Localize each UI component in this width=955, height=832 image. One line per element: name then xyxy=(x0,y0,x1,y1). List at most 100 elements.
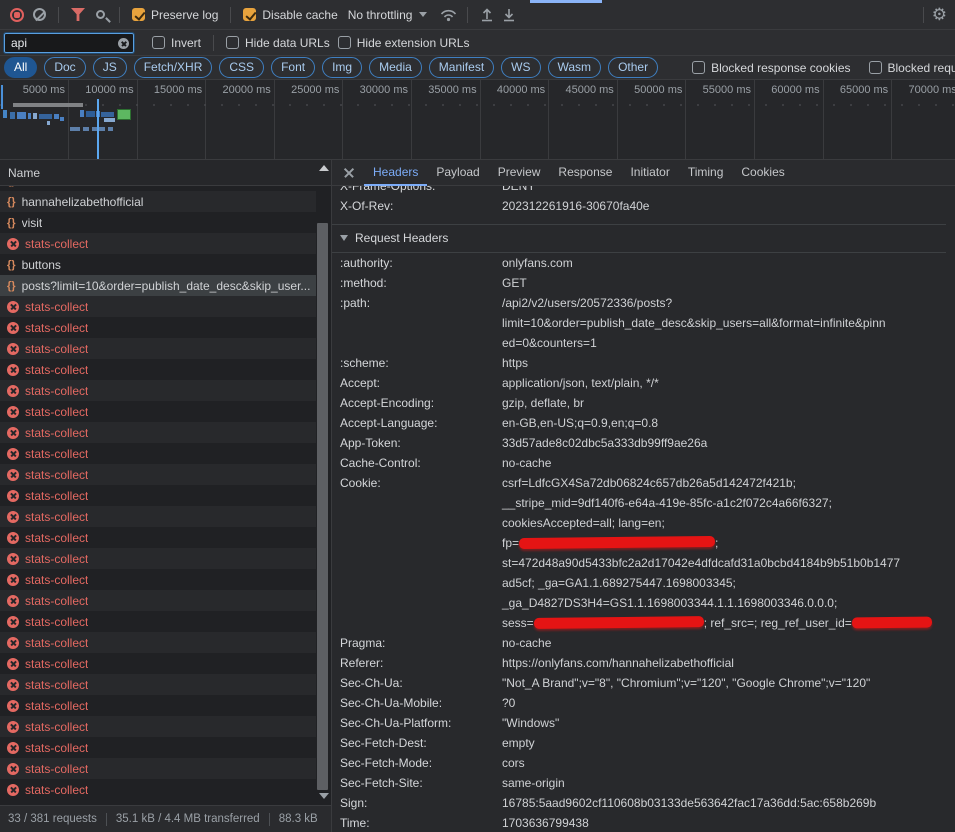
request-row[interactable]: stats-collect xyxy=(0,590,316,611)
blocked-response-cookies-checkbox[interactable]: Blocked response cookies xyxy=(692,61,850,75)
hide-data-urls-checkbox[interactable]: Hide data URLs xyxy=(226,36,330,50)
request-row[interactable]: stats-collect xyxy=(0,359,316,380)
timeline-tick-label: 20000 ms xyxy=(222,84,270,96)
request-rows: {}init{}hannahelizabethofficial{}visitst… xyxy=(0,186,331,805)
request-row[interactable]: stats-collect xyxy=(0,632,316,653)
header-value: en-GB,en-US;q=0.9,en;q=0.8 xyxy=(502,413,946,433)
header-row: Time:1703636799438 xyxy=(332,813,946,832)
request-row[interactable]: stats-collect xyxy=(0,338,316,359)
request-row[interactable]: stats-collect xyxy=(0,548,316,569)
header-row: Accept-Language:en-GB,en-US;q=0.9,en;q=0… xyxy=(332,413,946,433)
export-har-icon[interactable] xyxy=(498,4,520,26)
tab-cookies[interactable]: Cookies xyxy=(732,160,793,186)
tab-headers[interactable]: Headers xyxy=(364,160,427,186)
throttling-value: No throttling xyxy=(348,8,413,22)
header-row: :scheme:https xyxy=(332,353,946,373)
header-row: Sec-Fetch-Dest:empty xyxy=(332,733,946,753)
redaction-scribble xyxy=(534,616,704,629)
scroll-up-arrow-icon[interactable] xyxy=(319,165,329,171)
request-row[interactable]: stats-collect xyxy=(0,716,316,737)
hide-extension-urls-label: Hide extension URLs xyxy=(357,36,470,50)
request-row[interactable]: {}hannahelizabethofficial xyxy=(0,191,316,212)
transferred-size: 35.1 kB / 4.4 MB transferred xyxy=(116,813,260,825)
request-row[interactable]: stats-collect xyxy=(0,506,316,527)
name-column-header[interactable]: Name xyxy=(0,160,331,186)
checkbox-unchecked-icon xyxy=(226,36,239,49)
hide-extension-urls-checkbox[interactable]: Hide extension URLs xyxy=(338,36,470,50)
tab-payload[interactable]: Payload xyxy=(427,160,488,186)
request-row[interactable]: {}visit xyxy=(0,212,316,233)
throttling-select[interactable]: No throttling xyxy=(348,8,428,22)
request-row[interactable]: stats-collect xyxy=(0,233,316,254)
type-filter-media[interactable]: Media xyxy=(369,57,422,78)
filter-icon[interactable] xyxy=(67,4,89,26)
request-list-scrollbar[interactable] xyxy=(317,162,329,803)
request-row[interactable]: stats-collect xyxy=(0,296,316,317)
request-row[interactable]: stats-collect xyxy=(0,527,316,548)
type-filter-img[interactable]: Img xyxy=(322,57,362,78)
type-filter-manifest[interactable]: Manifest xyxy=(429,57,494,78)
devtools-network-panel: Preserve log Disable cache No throttling… xyxy=(0,0,955,832)
request-row[interactable]: stats-collect xyxy=(0,737,316,758)
type-filter-fetch-xhr[interactable]: Fetch/XHR xyxy=(134,57,213,78)
tab-initiator[interactable]: Initiator xyxy=(621,160,678,186)
request-row[interactable]: stats-collect xyxy=(0,485,316,506)
waterfall-bar xyxy=(70,127,80,131)
request-row[interactable]: {}buttons xyxy=(0,254,316,275)
request-name: stats-collect xyxy=(25,300,88,314)
disable-cache-checkbox[interactable]: Disable cache xyxy=(243,8,337,22)
clear-network-log-button[interactable] xyxy=(28,4,50,26)
tab-response[interactable]: Response xyxy=(549,160,621,186)
scroll-down-arrow-icon[interactable] xyxy=(319,793,329,799)
header-name: Referer: xyxy=(340,653,502,673)
timeline-tick-label: 30000 ms xyxy=(360,84,408,96)
filter-input[interactable]: api xyxy=(4,33,134,53)
clear-filter-icon[interactable] xyxy=(118,38,129,49)
blocked-requests-checkbox[interactable]: Blocked requests xyxy=(869,61,955,75)
request-row[interactable]: stats-collect xyxy=(0,611,316,632)
header-row: Cookie:csrf=LdfcGX4Sa72db06824c657db26a5… xyxy=(332,473,946,633)
request-row[interactable]: stats-collect xyxy=(0,422,316,443)
request-row[interactable]: stats-collect xyxy=(0,779,316,800)
request-row[interactable]: stats-collect xyxy=(0,464,316,485)
request-headers-section-header[interactable]: Request Headers xyxy=(332,224,946,253)
type-filter-font[interactable]: Font xyxy=(271,57,315,78)
request-row[interactable]: stats-collect xyxy=(0,401,316,422)
request-row[interactable]: stats-collect xyxy=(0,695,316,716)
invert-checkbox[interactable]: Invert xyxy=(152,36,201,50)
request-row[interactable]: stats-collect xyxy=(0,569,316,590)
error-icon xyxy=(7,637,19,649)
header-row: :authority:onlyfans.com xyxy=(332,253,946,273)
type-filter-all[interactable]: All xyxy=(4,57,37,78)
type-filter-css[interactable]: CSS xyxy=(219,57,264,78)
preserve-log-checkbox[interactable]: Preserve log xyxy=(132,8,218,22)
request-row[interactable]: stats-collect xyxy=(0,443,316,464)
tab-preview[interactable]: Preview xyxy=(489,160,550,186)
close-icon[interactable] xyxy=(338,162,360,184)
error-icon xyxy=(7,469,19,481)
network-overview-timeline[interactable]: 5000 ms10000 ms15000 ms20000 ms25000 ms3… xyxy=(0,80,955,160)
type-filter-doc[interactable]: Doc xyxy=(44,57,85,78)
header-value: https://onlyfans.com/hannahelizabethoffi… xyxy=(502,653,946,673)
tab-timing[interactable]: Timing xyxy=(679,160,733,186)
network-conditions-icon[interactable] xyxy=(437,4,459,26)
scrollbar-thumb[interactable] xyxy=(317,223,328,790)
type-filter-js[interactable]: JS xyxy=(93,57,127,78)
record-network-log-button[interactable] xyxy=(6,4,28,26)
import-har-icon[interactable] xyxy=(476,4,498,26)
request-row[interactable]: {}posts?limit=10&order=publish_date_desc… xyxy=(0,275,316,296)
resources-size: 88.3 kB xyxy=(279,813,318,825)
header-name: Time: xyxy=(340,813,502,832)
type-filter-other[interactable]: Other xyxy=(608,57,658,78)
header-name: :authority: xyxy=(340,253,502,273)
settings-gear-icon[interactable]: ⚙ xyxy=(932,5,947,25)
request-row[interactable]: stats-collect xyxy=(0,674,316,695)
request-row[interactable]: stats-collect xyxy=(0,758,316,779)
request-row[interactable]: stats-collect xyxy=(0,317,316,338)
request-row[interactable]: stats-collect xyxy=(0,380,316,401)
request-row[interactable]: stats-collect xyxy=(0,653,316,674)
request-name: stats-collect xyxy=(25,237,88,251)
type-filter-wasm[interactable]: Wasm xyxy=(548,57,602,78)
type-filter-ws[interactable]: WS xyxy=(501,57,540,78)
search-icon[interactable] xyxy=(89,4,111,26)
